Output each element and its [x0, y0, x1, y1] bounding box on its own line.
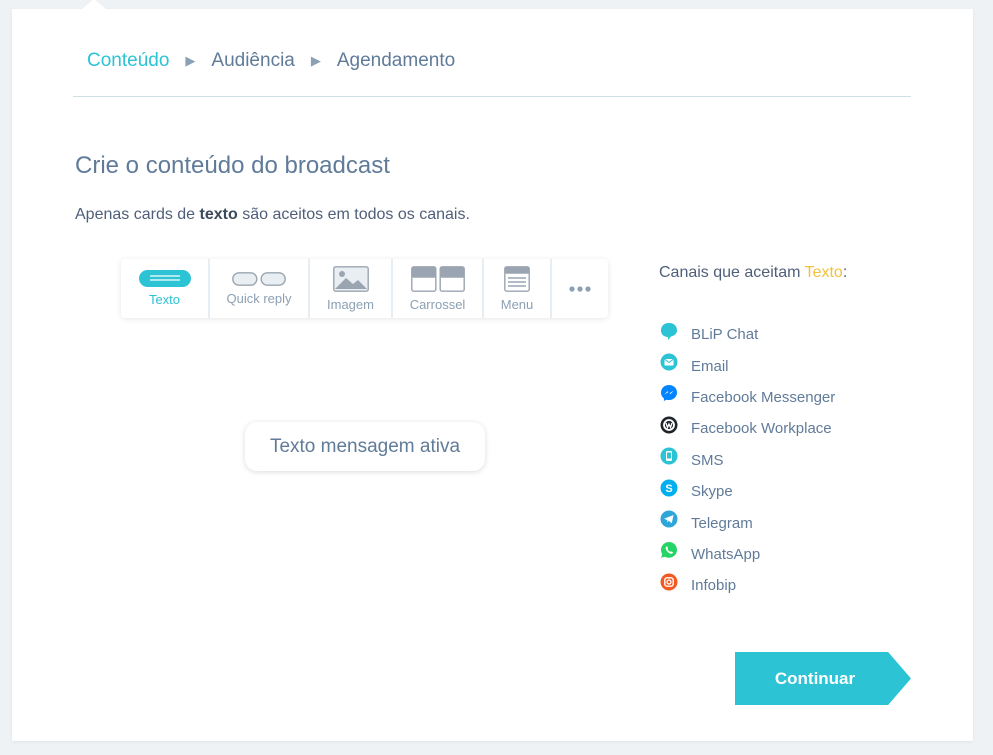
- continue-button[interactable]: Continuar: [735, 652, 911, 705]
- card-type-label: Texto: [148, 292, 181, 307]
- card-type-more[interactable]: [552, 259, 608, 318]
- channel-name: Facebook Messenger: [691, 388, 836, 406]
- card-type-text[interactable]: Texto: [121, 259, 210, 318]
- channel-item-whatsapp: WhatsApp: [659, 539, 835, 570]
- channel-name: BLiP Chat: [691, 326, 759, 344]
- channel-name: SMS: [691, 451, 724, 469]
- channel-list: BLiP Chat Email Facebook Messenger Faceb…: [659, 319, 835, 602]
- channel-item-blip-chat: BLiP Chat: [659, 319, 835, 350]
- message-preview-bubble[interactable]: Texto mensagem ativa: [245, 422, 485, 471]
- card-type-quick-reply[interactable]: Quick reply: [210, 259, 310, 318]
- channel-item-facebook-messenger: Facebook Messenger: [659, 382, 835, 413]
- panel-notch: [82, 0, 106, 9]
- broadcast-panel: Conteúdo ▶ Audiência ▶ Agendamento Crie …: [12, 0, 973, 741]
- card-type-carousel[interactable]: Carrossel: [393, 259, 484, 318]
- more-icon: [569, 285, 591, 292]
- breadcrumb-step-content[interactable]: Conteúdo: [87, 50, 169, 72]
- messenger-icon: [659, 383, 679, 403]
- infobip-icon: [659, 572, 679, 592]
- sms-icon: [659, 446, 679, 466]
- text-card-icon: [138, 270, 191, 287]
- card-type-toolbar: Texto Quick reply Imagem Carrossel Menu: [121, 259, 608, 318]
- channel-item-infobip: Infobip: [659, 570, 835, 601]
- card-type-label: Menu: [500, 296, 534, 312]
- channel-item-skype: S Skype: [659, 476, 835, 507]
- workplace-icon: [659, 415, 679, 435]
- page-title: Crie o conteúdo do broadcast: [75, 152, 390, 179]
- menu-icon: [504, 265, 530, 292]
- blip-chat-icon: [659, 321, 679, 341]
- channels-heading-highlight: Texto: [804, 264, 843, 281]
- channel-name: Email: [691, 357, 729, 375]
- channel-name: Telegram: [691, 514, 753, 532]
- carousel-icon: [410, 265, 465, 292]
- telegram-icon: [659, 509, 679, 529]
- channels-heading-colon: :: [842, 264, 848, 281]
- channel-name: Skype: [691, 483, 733, 501]
- channel-item-email: Email: [659, 350, 835, 381]
- breadcrumb-separator-icon: ▶: [310, 53, 321, 68]
- breadcrumb-step-schedule[interactable]: Agendamento: [337, 50, 455, 72]
- svg-text:S: S: [665, 483, 672, 495]
- breadcrumb: Conteúdo ▶ Audiência ▶ Agendamento: [87, 50, 455, 72]
- card-type-label: Quick reply: [226, 290, 292, 306]
- channels-heading: Canais que aceitam Texto:: [659, 264, 847, 282]
- header-divider: [73, 96, 911, 97]
- card-type-menu[interactable]: Menu: [484, 259, 552, 318]
- email-icon: [659, 352, 679, 372]
- skype-icon: S: [659, 478, 679, 498]
- subtitle-text-bold: texto: [199, 206, 238, 223]
- subtitle-text-start: Apenas cards de: [75, 206, 200, 223]
- channel-item-facebook-workplace: Facebook Workplace: [659, 413, 835, 444]
- card-type-label: Imagem: [327, 296, 374, 312]
- channel-name: Facebook Workplace: [691, 420, 832, 438]
- card-type-image[interactable]: Imagem: [310, 259, 393, 318]
- page-subtitle: Apenas cards de texto são aceitos em tod…: [75, 206, 470, 224]
- breadcrumb-separator-icon: ▶: [185, 53, 196, 68]
- whatsapp-icon: [659, 540, 679, 560]
- subtitle-text-end: são aceitos em todos os canais.: [237, 206, 470, 223]
- image-icon: [332, 265, 369, 292]
- card-type-label: Carrossel: [409, 296, 466, 312]
- channel-item-sms: SMS: [659, 445, 835, 476]
- quick-reply-icon: [232, 271, 286, 286]
- channel-item-telegram: Telegram: [659, 507, 835, 538]
- channels-heading-text: Canais que aceitam: [659, 264, 805, 281]
- channel-name: WhatsApp: [691, 545, 761, 563]
- channel-name: Infobip: [691, 577, 737, 595]
- breadcrumb-step-audience[interactable]: Audiência: [211, 50, 294, 72]
